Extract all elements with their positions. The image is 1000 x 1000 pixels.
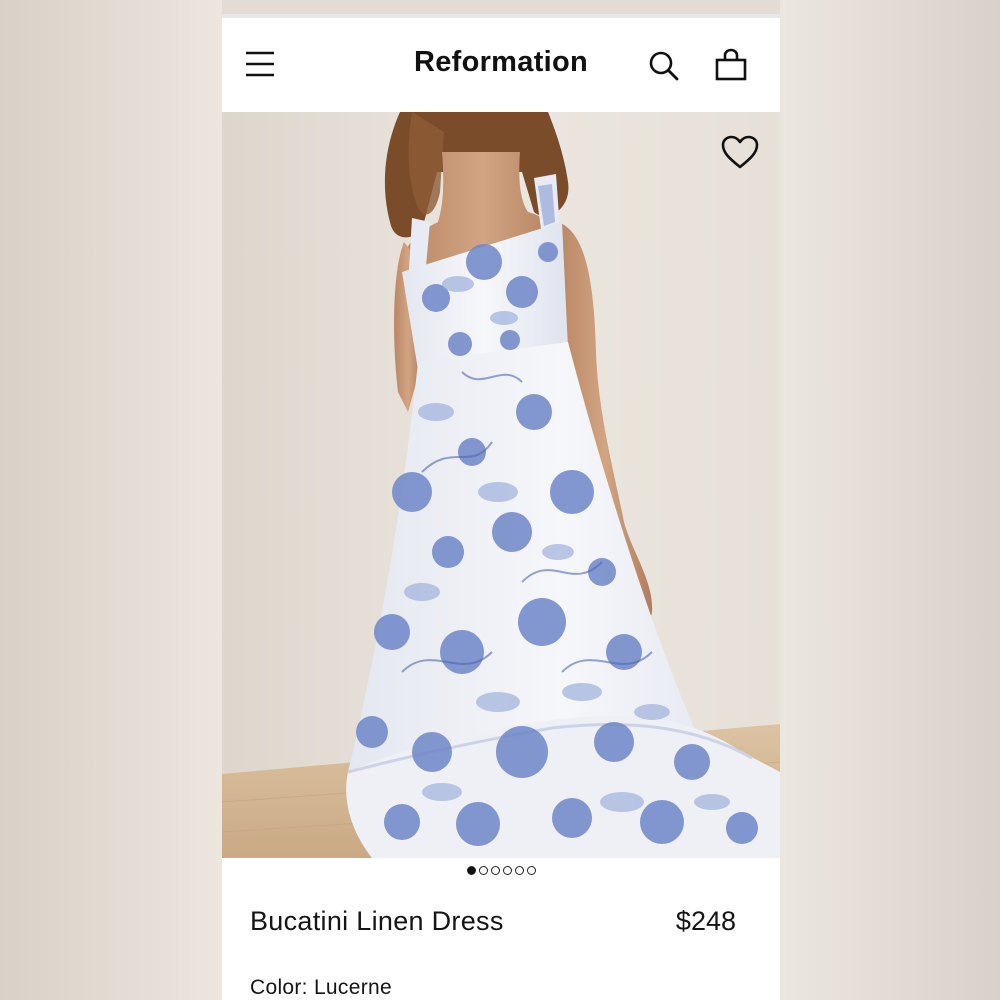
pagination-dot-5[interactable] xyxy=(514,866,524,875)
pagination-dot-2[interactable] xyxy=(478,866,488,875)
product-page: Reformation Bucatini Linen Dress $248 Co… xyxy=(222,14,780,1000)
brand-logo[interactable]: Reformation xyxy=(222,46,780,79)
product-photo xyxy=(222,112,780,858)
product-price: $248 xyxy=(675,906,736,936)
pagination-dot-3[interactable] xyxy=(490,866,500,875)
pagination-dot-1[interactable] xyxy=(466,866,476,875)
shopping-bag-button[interactable] xyxy=(714,48,748,82)
gallery-pagination xyxy=(222,866,780,875)
search-button[interactable] xyxy=(648,50,680,82)
pagination-dot-6[interactable] xyxy=(526,866,536,875)
shopping-bag-icon xyxy=(715,48,747,81)
favorite-button[interactable] xyxy=(720,134,760,170)
search-icon xyxy=(649,51,679,81)
top-navigation-bar: Reformation xyxy=(222,18,780,112)
pagination-dot-4[interactable] xyxy=(502,866,512,875)
product-color: Color: Lucerne xyxy=(250,976,392,999)
product-image-gallery[interactable] xyxy=(222,112,780,858)
product-name: Bucatini Linen Dress xyxy=(250,906,504,936)
background-right-blur xyxy=(780,0,1000,1000)
heart-icon xyxy=(721,135,759,169)
product-title-row: Bucatini Linen Dress $248 xyxy=(250,906,736,937)
background-left-blur xyxy=(0,0,222,1000)
